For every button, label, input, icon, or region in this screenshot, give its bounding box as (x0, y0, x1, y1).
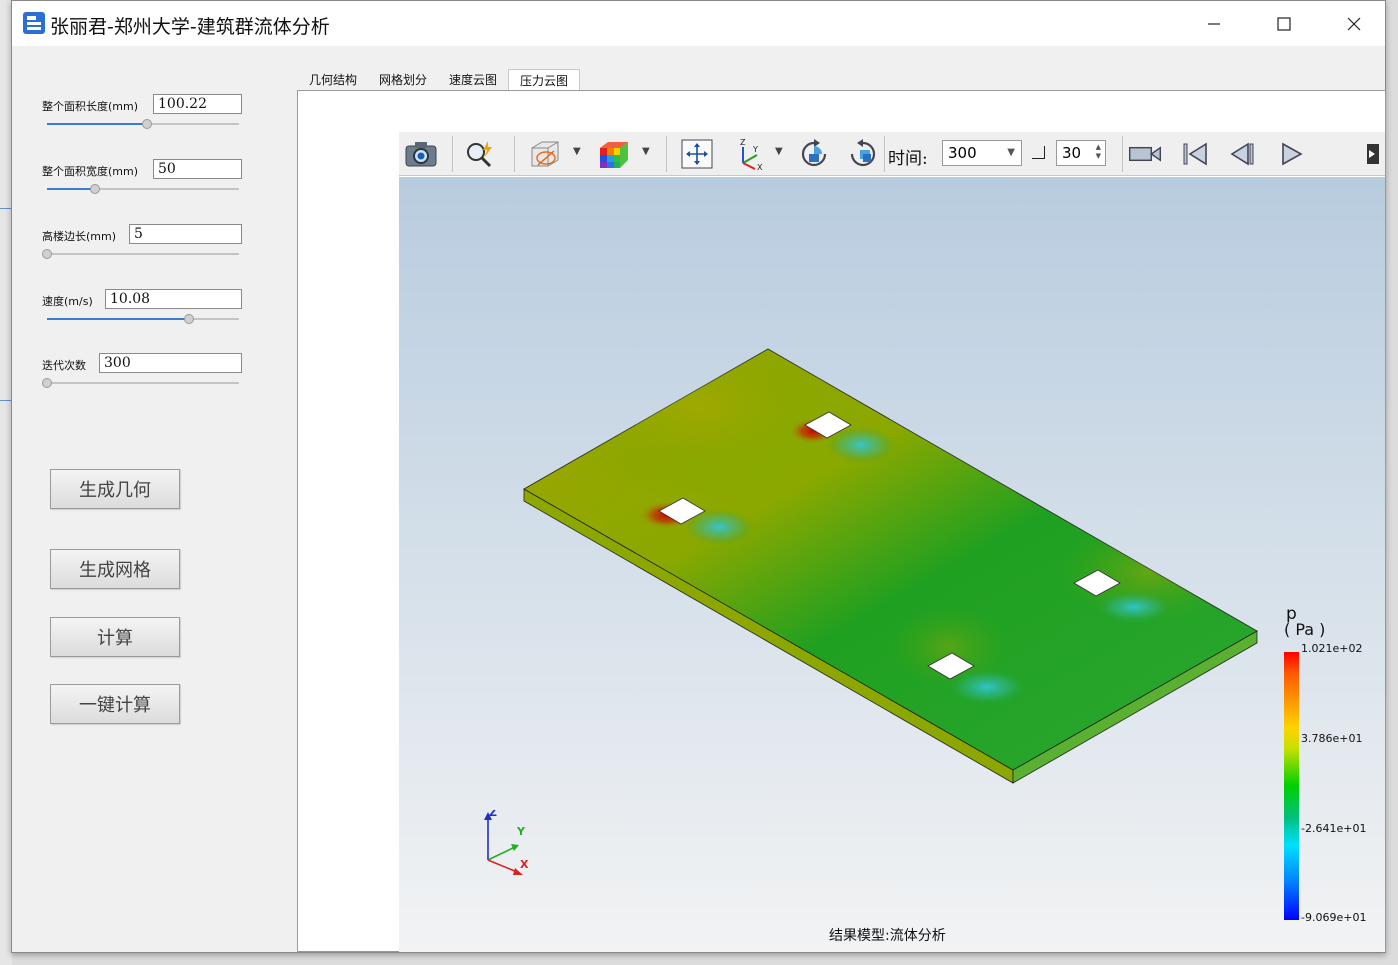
one-click-compute-button[interactable]: 一键计算 (50, 684, 180, 724)
slider-thumb[interactable] (42, 378, 52, 388)
fit-view-icon[interactable] (679, 138, 715, 170)
svg-text:Z: Z (740, 138, 746, 147)
loop-checkbox[interactable] (1032, 146, 1045, 159)
wireframe-dropdown-icon[interactable]: ▼ (573, 146, 581, 157)
legend-min: -9.069e+01 (1301, 911, 1367, 924)
maximize-button[interactable] (1249, 1, 1319, 46)
tab-geometry[interactable]: 几何结构 (298, 69, 368, 91)
close-button[interactable] (1319, 1, 1389, 46)
compute-button[interactable]: 计算 (50, 617, 180, 657)
velocity-slider[interactable] (47, 314, 239, 324)
time-label: 时间: (888, 149, 928, 169)
slider-thumb[interactable] (141, 119, 152, 129)
slider-thumb[interactable] (184, 314, 195, 324)
minimize-icon (1208, 22, 1220, 25)
param-label-velocity: 速度(m/s) (42, 295, 93, 308)
close-icon (1347, 17, 1361, 30)
axis-z-label: Z (489, 810, 497, 819)
slider-fill (47, 318, 190, 320)
spin-arrows-icon[interactable]: ▲ ▼ (1096, 143, 1101, 161)
tab-velocity[interactable]: 速度云图 (438, 69, 508, 91)
rotate-ccw-icon[interactable] (845, 138, 881, 170)
wireframe-box-icon[interactable] (526, 138, 562, 170)
color-cube-icon[interactable] (595, 138, 631, 170)
generate-mesh-button[interactable]: 生成网格 (50, 549, 180, 589)
time-value: 300 (948, 144, 977, 162)
pressure-contour-model (523, 348, 1258, 784)
svg-text:Y: Y (752, 145, 758, 154)
time-select[interactable]: 300 ▼ (942, 140, 1022, 166)
skip-first-icon[interactable] (1177, 138, 1213, 170)
title-bar[interactable]: 张丽君-郑州大学-建筑群流体分析 (12, 1, 1385, 46)
generate-geometry-button[interactable]: 生成几何 (50, 469, 180, 509)
param-label-width: 整个面积宽度(mm) (42, 165, 139, 178)
more-icon[interactable] (1359, 138, 1385, 170)
tab-pressure[interactable]: 压力云图 (508, 69, 581, 91)
app-icon (23, 12, 45, 34)
minimize-button[interactable] (1179, 1, 1249, 46)
viewer-toolbar: ▼ ▼ ZY X ▼ 时间: 300 ▼ 30 ▲ ▼ (399, 132, 1385, 176)
viewer-frame: ▼ ▼ ZYX ▼ 时间: 300 ▼ 30 ▲ ▼ Z Y X p (Pa … (297, 90, 1386, 952)
legend-unit: ( Pa ) (1284, 620, 1326, 639)
legend-color-bar (1284, 652, 1299, 920)
building-side-input[interactable]: 5 (129, 224, 242, 244)
video-record-icon[interactable] (1127, 138, 1163, 170)
axis-y-label: Y (516, 825, 526, 838)
velocity-input[interactable]: 10.08 (105, 289, 242, 309)
length-input[interactable]: 100.22 (153, 94, 242, 114)
param-label-building-side: 高楼边长(mm) (42, 230, 117, 243)
building-side-slider[interactable] (42, 249, 239, 259)
legend-mid-high: 3.786e+01 (1301, 732, 1363, 745)
axes-dropdown-icon[interactable]: ▼ (775, 146, 783, 157)
maximize-icon (1277, 16, 1291, 31)
iterations-slider[interactable] (42, 378, 239, 388)
legend-max: 1.021e+02 (1301, 642, 1363, 655)
param-label-iterations: 迭代次数 (42, 359, 86, 372)
step-back-icon[interactable] (1225, 138, 1261, 170)
3d-viewport[interactable]: Z Y X p ( Pa ) 1.021e+02 3.786e+01 -2.64… (399, 177, 1385, 952)
color-dropdown-icon[interactable]: ▼ (642, 146, 650, 157)
camera-icon[interactable] (403, 138, 439, 170)
legend-mid-low: -2.641e+01 (1301, 822, 1367, 835)
width-slider[interactable] (47, 184, 239, 194)
window-title: 张丽君-郑州大学-建筑群流体分析 (50, 16, 330, 38)
result-model-label: 结果模型:流体分析 (829, 928, 946, 944)
axis-x-label: X (520, 858, 529, 871)
tab-mesh[interactable]: 网格划分 (368, 69, 438, 91)
width-input[interactable]: 50 (153, 159, 242, 179)
app-window: 张丽君-郑州大学-建筑群流体分析 整个面积长度(mm) 100.22 整个面积宽… (11, 0, 1386, 953)
play-icon[interactable] (1274, 138, 1310, 170)
iterations-input[interactable]: 300 (99, 353, 242, 373)
step-value: 30 (1062, 144, 1082, 162)
tab-bar: 几何结构 网格划分 速度云图 压力云图 (298, 69, 581, 91)
rotate-cw-icon[interactable] (796, 138, 832, 170)
orientation-axes: Z Y X (484, 810, 529, 875)
length-slider[interactable] (47, 119, 239, 129)
slider-thumb[interactable] (42, 249, 52, 259)
slider-thumb[interactable] (90, 184, 100, 194)
zoom-magic-icon[interactable] (462, 138, 498, 170)
svg-text:X: X (757, 163, 763, 171)
axes-icon[interactable]: ZY X (732, 138, 768, 171)
param-label-length: 整个面积长度(mm) (42, 100, 139, 113)
chevron-down-icon: ▼ (1007, 147, 1015, 158)
step-spinbox[interactable]: 30 ▲ ▼ (1056, 140, 1106, 166)
slider-fill (47, 123, 147, 125)
slider-fill (47, 188, 95, 190)
